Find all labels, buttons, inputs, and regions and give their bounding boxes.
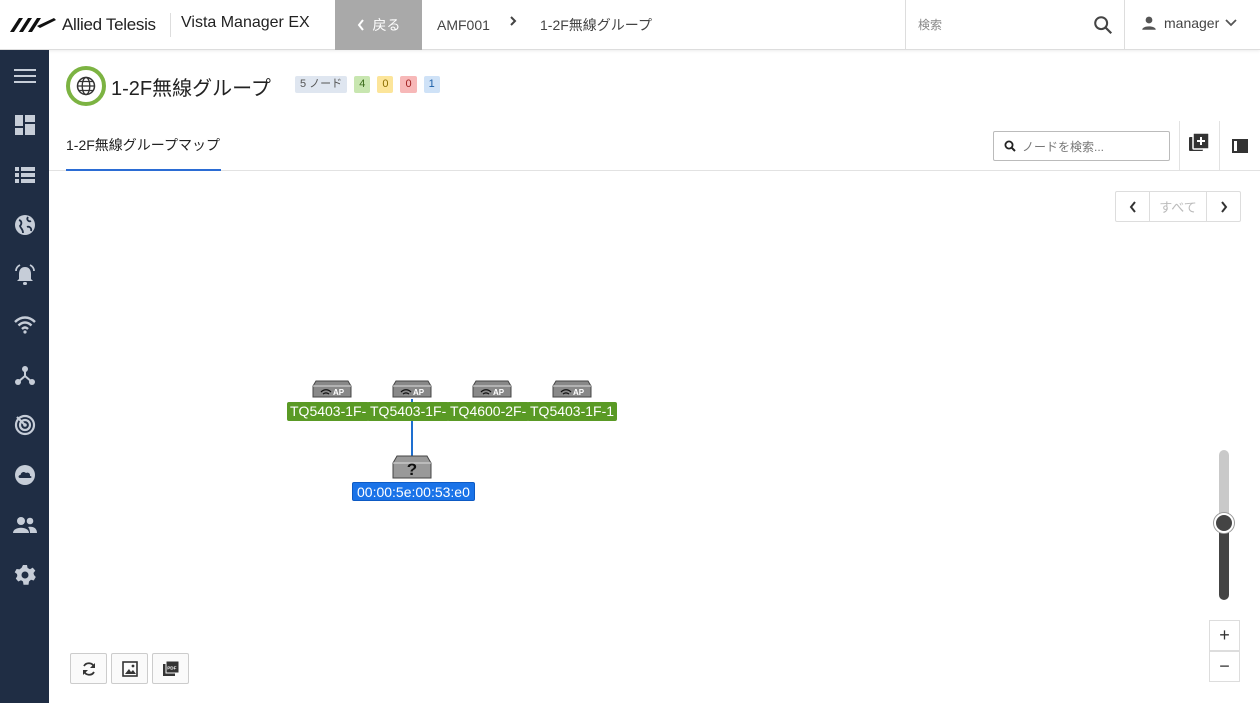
pager-next-button[interactable] — [1207, 192, 1240, 221]
user-menu[interactable]: manager — [1140, 14, 1237, 32]
globe-icon[interactable] — [13, 213, 37, 237]
pdf-icon: PDF — [162, 660, 179, 676]
breadcrumb-separator — [509, 14, 517, 33]
users-icon[interactable] — [13, 513, 37, 537]
chevron-down-icon — [1225, 19, 1237, 27]
tab-group-map[interactable]: 1-2F無線グループマップ — [66, 135, 221, 171]
cloud-icon[interactable] — [13, 463, 37, 487]
ok-count-badge[interactable]: 4 — [354, 76, 371, 93]
chevron-right-icon — [1220, 200, 1227, 213]
product-name: Vista Manager EX — [181, 14, 310, 31]
warning-count-badge[interactable]: 0 — [377, 76, 394, 93]
breadcrumb-amf[interactable]: AMF001 — [437, 17, 490, 33]
chevron-left-icon — [1129, 200, 1136, 213]
pager-label: すべて — [1149, 192, 1207, 221]
search-icon — [1004, 140, 1016, 152]
sidebar — [0, 50, 49, 703]
svg-text:AP: AP — [493, 388, 505, 397]
wifi-icon[interactable] — [13, 313, 37, 337]
group-status-ring — [66, 66, 106, 106]
panel-toggle-icon[interactable] — [1232, 139, 1248, 153]
top-bar: Allied Telesis Vista Manager EX 戻る AMF00… — [0, 0, 1260, 50]
divider — [170, 13, 171, 37]
zoom-track-lower — [1219, 522, 1229, 600]
global-search — [905, 0, 1125, 50]
back-button[interactable]: 戻る — [335, 0, 422, 50]
node-search — [993, 131, 1170, 161]
breadcrumb-current: 1-2F無線グループ — [540, 17, 652, 33]
alarm-icon[interactable] — [13, 263, 37, 287]
svg-text:AP: AP — [333, 388, 345, 397]
user-icon — [1142, 16, 1156, 30]
add-map-icon[interactable] — [1189, 133, 1209, 153]
unknown-device-icon[interactable]: ? — [392, 455, 432, 479]
page-header: 1-2F無線グループ — [66, 66, 271, 106]
error-count-badge[interactable]: 0 — [400, 76, 417, 93]
user-name: manager — [1164, 15, 1220, 31]
node-label[interactable]: TQ5403-1F-1 — [527, 402, 617, 421]
divider — [1179, 121, 1180, 171]
zoom-in-button[interactable]: + — [1209, 620, 1240, 651]
chevron-left-icon — [357, 19, 364, 31]
node-label-selected[interactable]: 00:00:5e:00:53:e0 — [352, 482, 475, 501]
menu-icon[interactable] — [13, 64, 37, 88]
zoom-slider-handle[interactable] — [1214, 513, 1234, 533]
info-count-badge[interactable]: 1 — [423, 76, 440, 93]
brand-logo[interactable]: Allied Telesis — [10, 14, 156, 36]
access-point-icon[interactable]: AP — [472, 380, 512, 398]
pager-prev-button[interactable] — [1116, 192, 1149, 221]
node-count-badge: 5 ノード — [295, 76, 348, 93]
status-badges: 5 ノード 4 0 0 1 — [295, 76, 440, 93]
back-button-label: 戻る — [372, 17, 401, 33]
global-search-input[interactable] — [918, 14, 1078, 36]
tab-bar: 1-2F無線グループマップ — [49, 121, 1260, 171]
access-point-icon[interactable]: AP — [552, 380, 592, 398]
settings-icon[interactable] — [13, 563, 37, 587]
svg-text:AP: AP — [573, 388, 585, 397]
svg-text:PDF: PDF — [167, 665, 176, 670]
svg-text:?: ? — [407, 460, 417, 479]
dashboard-icon[interactable] — [13, 113, 37, 137]
page-title: 1-2F無線グループ — [111, 77, 271, 100]
zoom-track-upper — [1219, 450, 1229, 522]
image-icon — [121, 660, 138, 677]
refresh-button[interactable] — [70, 653, 107, 684]
access-point-icon[interactable]: AP — [392, 380, 432, 398]
topology-icon[interactable] — [13, 363, 37, 387]
radar-icon[interactable] — [13, 413, 37, 437]
divider — [1219, 121, 1220, 171]
chevron-right-icon — [510, 16, 517, 26]
node-label[interactable]: TQ5403-1F- — [367, 402, 449, 421]
search-icon[interactable] — [1092, 14, 1114, 36]
zoom-out-button[interactable]: − — [1209, 651, 1240, 682]
refresh-icon — [82, 661, 95, 676]
map-link — [411, 420, 413, 456]
export-image-button[interactable] — [111, 653, 148, 684]
list-icon[interactable] — [13, 163, 37, 187]
allied-telesis-logo-icon — [10, 18, 56, 32]
node-search-input[interactable] — [1022, 138, 1162, 156]
svg-text:AP: AP — [413, 388, 425, 397]
access-point-icon[interactable]: AP — [312, 380, 352, 398]
node-label[interactable]: TQ5403-1F- — [287, 402, 369, 421]
brand-name: Allied Telesis — [62, 15, 156, 34]
map-pager: すべて — [1115, 191, 1241, 222]
globe-icon — [76, 76, 96, 96]
node-label[interactable]: TQ4600-2F- — [447, 402, 529, 421]
export-pdf-button[interactable]: PDF — [152, 653, 189, 684]
